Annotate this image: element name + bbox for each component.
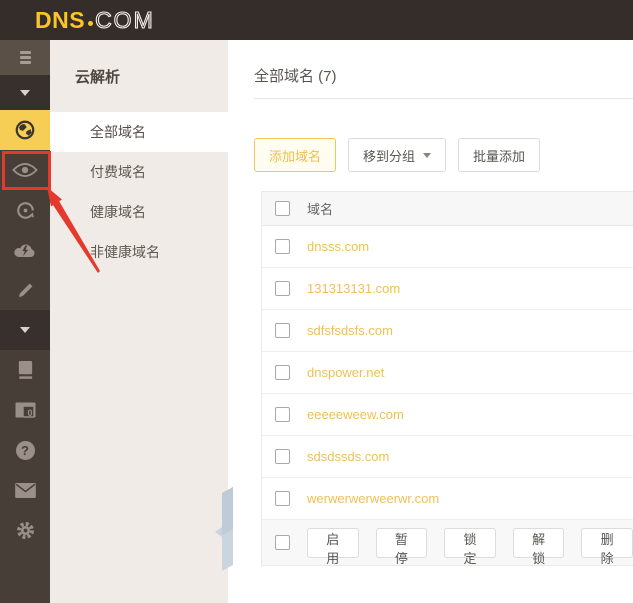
cloud-bolt-icon xyxy=(13,241,37,259)
enable-button[interactable]: 启用 xyxy=(307,527,359,566)
sidebar-item-sync[interactable] xyxy=(0,190,50,230)
sidebar-item-cdn[interactable] xyxy=(0,230,50,270)
pen-icon xyxy=(16,281,35,300)
logo-dot xyxy=(88,20,94,26)
select-all-checkbox[interactable] xyxy=(275,201,290,216)
domain-link[interactable]: 131313131.com xyxy=(307,281,400,296)
main-content: 全部域名 (7) 添加域名 移到分组 批量添加 域名 dnsss.com 131… xyxy=(228,40,633,603)
lock-button[interactable]: 锁定 xyxy=(444,527,496,566)
icon-rail: 0 ? xyxy=(0,40,50,603)
help-icon: ? xyxy=(15,440,35,460)
row-checkbox[interactable] xyxy=(275,323,290,338)
chevron-down-icon xyxy=(20,89,30,96)
move-to-group-label: 移到分组 xyxy=(363,148,416,164)
billing-icon: 0 xyxy=(15,402,36,419)
logo-text-com: COM xyxy=(95,6,155,33)
chevron-down-icon xyxy=(20,327,30,333)
domain-link[interactable]: sdsdssds.com xyxy=(307,449,389,464)
subnav-panel: 云解析 全部域名 付费域名 健康域名 非健康域名 xyxy=(50,40,228,603)
sidebar-item-messages[interactable] xyxy=(0,470,50,510)
billing-badge: 0 xyxy=(27,407,33,418)
mail-icon xyxy=(14,482,36,498)
batch-add-button[interactable]: 批量添加 xyxy=(458,138,541,172)
domain-link[interactable]: werwerwerweerwr.com xyxy=(307,491,439,506)
gear-icon xyxy=(15,520,36,541)
subnav-title: 云解析 xyxy=(75,68,121,86)
row-checkbox[interactable] xyxy=(275,491,290,506)
select-all-checkbox[interactable] xyxy=(275,535,290,550)
sidebar-item-paid-domains[interactable]: 付费域名 xyxy=(50,152,228,192)
sidebar-item-healthy-domains[interactable]: 健康域名 xyxy=(50,192,228,232)
sidebar-item-all-domains[interactable]: 全部域名 xyxy=(50,112,228,152)
batch-actions-row: 启用 暂停 锁定 解锁 删除 xyxy=(262,520,633,566)
sidebar-item-billing[interactable]: 0 xyxy=(0,390,50,430)
sidebar-collapse-bottom[interactable] xyxy=(0,310,50,350)
table-row: 131313131.com xyxy=(262,268,633,310)
sidebar-item-settings[interactable] xyxy=(0,510,50,550)
page-title: 全部域名 (7) xyxy=(254,68,337,85)
dns-com-logo[interactable]: DNS COM xyxy=(35,6,155,34)
toolbar: 添加域名 移到分组 批量添加 xyxy=(254,138,633,172)
column-header-domain: 域名 xyxy=(307,202,334,217)
sidebar-item-dns-resolution[interactable] xyxy=(0,110,50,150)
unlock-button[interactable]: 解锁 xyxy=(512,527,565,566)
domain-link[interactable]: sdfsfsdsfs.com xyxy=(307,323,393,338)
sidebar-item-docs[interactable] xyxy=(0,350,50,390)
sidebar-item-edit[interactable] xyxy=(0,270,50,310)
sidebar-item-unhealthy-domains[interactable]: 非健康域名 xyxy=(50,232,228,272)
sync-icon xyxy=(15,200,36,221)
row-checkbox[interactable] xyxy=(275,365,290,380)
panel-collapse-handle[interactable] xyxy=(209,487,235,571)
chevron-down-icon xyxy=(423,152,432,158)
globe-icon xyxy=(14,119,36,141)
table-row: werwerwerweerwr.com xyxy=(262,478,633,520)
domain-table: 域名 dnsss.com 131313131.com sdfsfsdsfs.co… xyxy=(261,191,633,566)
logo-text-dns: DNS xyxy=(35,6,86,33)
page-head: 全部域名 (7) xyxy=(254,40,633,99)
dns-console-page: DNS COM 0 ? 云解析 全部域名 付费域名 健康域名 非健康域名 全部域… xyxy=(0,0,633,603)
domain-link[interactable]: eeeeeweew.com xyxy=(307,407,404,422)
delete-button[interactable]: 删除 xyxy=(581,527,633,566)
table-row: sdsdssds.com xyxy=(262,436,633,478)
sidebar-item-help[interactable]: ? xyxy=(0,430,50,470)
sidebar-item-menu[interactable] xyxy=(0,40,50,75)
top-bar: DNS COM xyxy=(0,0,633,40)
menu-icon xyxy=(19,51,31,64)
book-icon xyxy=(16,360,35,380)
add-domain-button[interactable]: 添加域名 xyxy=(254,138,337,172)
table-row: eeeeeweew.com xyxy=(262,394,633,436)
table-row: dnspower.net xyxy=(262,352,633,394)
chevron-left-icon xyxy=(215,487,233,571)
table-row: sdfsfsdsfs.com xyxy=(262,310,633,352)
move-to-group-dropdown[interactable]: 移到分组 xyxy=(348,138,447,172)
table-row: dnsss.com xyxy=(262,226,633,268)
pause-button[interactable]: 暂停 xyxy=(375,527,428,566)
domain-link[interactable]: dnsss.com xyxy=(307,239,369,254)
row-checkbox[interactable] xyxy=(275,449,290,464)
eye-icon xyxy=(12,162,38,178)
sidebar-item-monitor[interactable] xyxy=(0,150,50,190)
sidebar-collapse-top[interactable] xyxy=(0,75,50,110)
domain-link[interactable]: dnspower.net xyxy=(307,365,384,380)
row-checkbox[interactable] xyxy=(275,239,290,254)
row-checkbox[interactable] xyxy=(275,281,290,296)
table-header-row: 域名 xyxy=(262,192,633,226)
row-checkbox[interactable] xyxy=(275,407,290,422)
